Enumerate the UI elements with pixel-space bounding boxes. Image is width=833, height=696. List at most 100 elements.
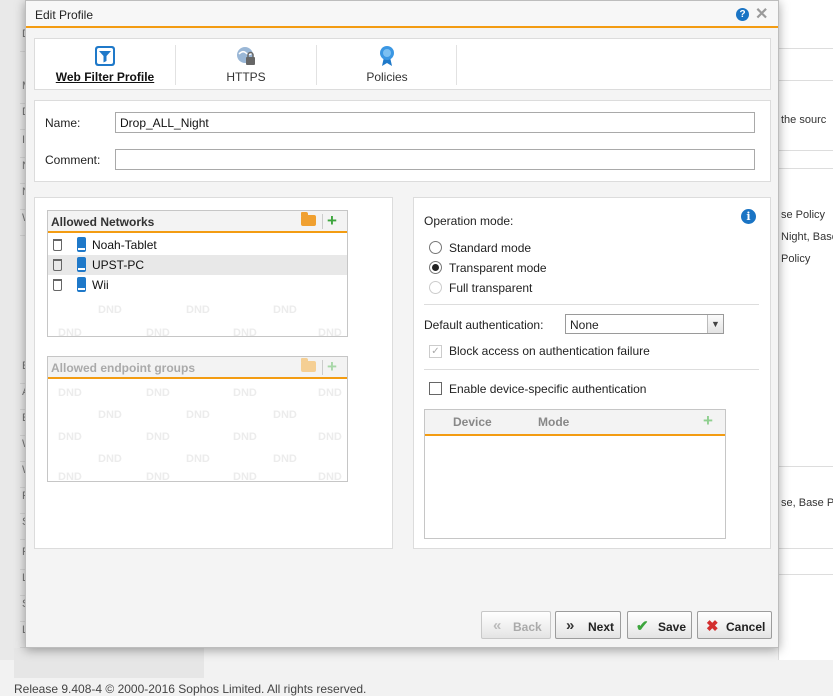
standard-mode-radio[interactable] xyxy=(429,241,442,254)
network-name: Noah-Tablet xyxy=(92,238,157,252)
dialog-title: Edit Profile xyxy=(35,8,94,22)
next-button[interactable]: » Next xyxy=(555,611,621,639)
device-auth-checkbox[interactable] xyxy=(429,382,442,395)
help-icon[interactable]: ? xyxy=(736,8,749,21)
save-label: Save xyxy=(658,620,687,634)
dnd-watermark: DND xyxy=(146,387,170,399)
allowed-endpoint-groups-list: Allowed endpoint groups + DND DND DND DN… xyxy=(47,356,348,482)
tab-policies[interactable]: Policies xyxy=(317,39,457,89)
trash-icon[interactable] xyxy=(53,239,62,251)
network-name: Wii xyxy=(92,278,109,292)
tab-label: Web Filter Profile xyxy=(55,70,155,84)
full-transparent-radio xyxy=(429,281,442,294)
dnd-watermark: DND xyxy=(273,409,297,421)
dnd-watermark: DND xyxy=(98,409,122,421)
default-auth-label: Default authentication: xyxy=(424,318,544,332)
operation-panel: i Operation mode: Standard mode Transpar… xyxy=(413,197,771,549)
trash-icon[interactable] xyxy=(53,279,62,291)
block-access-label: Block access on authentication failure xyxy=(449,344,650,358)
dnd-watermark: DND xyxy=(233,431,257,443)
operation-mode-label: Operation mode: xyxy=(424,214,514,228)
bg-text: Policy xyxy=(781,253,811,265)
close-icon[interactable]: ✕ xyxy=(755,4,768,24)
info-icon[interactable]: i xyxy=(741,209,756,224)
network-host-icon xyxy=(77,277,86,292)
list-item[interactable]: Wii xyxy=(48,275,347,295)
globe-lock-icon xyxy=(237,47,255,65)
dnd-watermark: DND xyxy=(318,471,342,482)
dnd-watermark: DND xyxy=(58,327,82,337)
dnd-watermark: DND xyxy=(273,304,297,316)
trash-icon[interactable] xyxy=(53,259,62,271)
dnd-watermark: DND xyxy=(58,431,82,443)
dnd-watermark: DND xyxy=(233,327,257,337)
transparent-mode-radio[interactable] xyxy=(429,261,442,274)
dnd-watermark: DND xyxy=(146,471,170,482)
tab-https[interactable]: HTTPS xyxy=(176,39,316,89)
network-host-icon xyxy=(77,237,86,252)
checkmark-icon: ✔ xyxy=(636,618,649,635)
tab-label: Policies xyxy=(366,70,408,84)
allowed-networks-header: Allowed Networks + xyxy=(48,211,347,233)
endpoint-groups-title: Allowed endpoint groups xyxy=(51,361,195,375)
background-content: the sourc se Policy Night, Base, Policy … xyxy=(778,0,833,660)
back-label: Back xyxy=(513,620,542,634)
close-x-icon: ✖ xyxy=(706,618,719,635)
comment-field[interactable] xyxy=(115,149,755,170)
name-panel: Name: Comment: xyxy=(34,100,771,182)
ribbon-icon xyxy=(380,46,394,66)
cancel-button[interactable]: ✖ Cancel xyxy=(697,611,772,639)
double-chevron-right-icon: » xyxy=(566,617,575,634)
folder-icon xyxy=(301,358,316,372)
dnd-watermark: DND xyxy=(186,409,210,421)
chevron-down-icon[interactable]: ▼ xyxy=(707,315,723,333)
double-chevron-left-icon: « xyxy=(493,617,502,634)
list-item[interactable]: UPST-PC xyxy=(48,255,347,275)
endpoint-groups-header: Allowed endpoint groups + xyxy=(48,357,347,379)
network-host-icon xyxy=(77,257,86,272)
tab-web-filter-profile[interactable]: Web Filter Profile xyxy=(35,39,175,89)
cancel-label: Cancel xyxy=(726,620,766,634)
dnd-watermark: DND xyxy=(58,387,82,399)
default-auth-select[interactable]: None ▼ xyxy=(565,314,724,334)
bg-text: se Policy xyxy=(781,209,826,221)
dnd-watermark: DND xyxy=(58,471,82,482)
profile-tabs: Web Filter Profile HTTPS Policies xyxy=(34,38,771,90)
bg-text: Night, Base, xyxy=(781,231,833,243)
back-button: « Back xyxy=(481,611,551,639)
block-access-checkbox: ✓ xyxy=(429,345,442,358)
dnd-watermark: DND xyxy=(98,304,122,316)
full-transparent-label: Full transparent xyxy=(449,281,533,295)
dnd-watermark: DND xyxy=(98,453,122,465)
dnd-watermark: DND xyxy=(186,453,210,465)
edit-profile-dialog: Edit Profile ? ✕ Web Filter Profile HTTP… xyxy=(25,0,779,648)
device-auth-label: Enable device-specific authentication xyxy=(449,382,647,396)
dnd-watermark: DND xyxy=(318,327,342,337)
add-icon: + xyxy=(703,411,713,430)
transparent-mode-label: Transparent mode xyxy=(449,261,547,275)
background-bottom-area xyxy=(14,648,204,678)
add-icon[interactable]: + xyxy=(327,211,337,231)
column-mode: Mode xyxy=(538,415,570,429)
list-item[interactable]: Noah-Tablet xyxy=(48,235,347,255)
default-auth-value: None xyxy=(570,318,599,332)
dnd-watermark: DND xyxy=(233,471,257,482)
bg-text: the sourc xyxy=(781,114,827,126)
dnd-watermark: DND xyxy=(146,431,170,443)
allowed-networks-list[interactable]: Allowed Networks + DND DND DND DND DND D… xyxy=(47,210,348,337)
allowed-networks-title: Allowed Networks xyxy=(51,215,155,229)
name-field[interactable] xyxy=(115,112,755,133)
add-icon: + xyxy=(327,357,337,376)
network-name: UPST-PC xyxy=(92,258,145,272)
name-label: Name: xyxy=(45,116,81,130)
standard-mode-label: Standard mode xyxy=(449,241,532,255)
folder-icon[interactable] xyxy=(301,212,316,226)
dnd-watermark: DND xyxy=(186,304,210,316)
device-auth-table: Device Mode + xyxy=(424,409,726,539)
dialog-titlebar[interactable]: Edit Profile ? ✕ xyxy=(26,1,778,28)
dnd-watermark: DND xyxy=(146,327,170,337)
device-table-header: Device Mode + xyxy=(425,410,725,436)
next-label: Next xyxy=(588,620,615,634)
comment-label: Comment: xyxy=(45,153,101,167)
save-button[interactable]: ✔ Save xyxy=(627,611,692,639)
